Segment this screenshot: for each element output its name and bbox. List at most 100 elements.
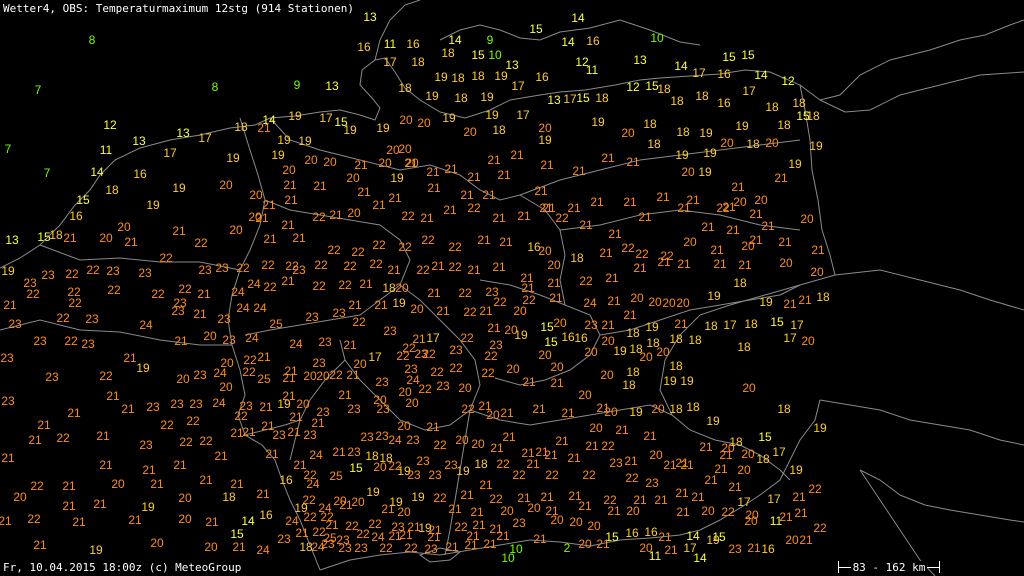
station-temperature: 23 (170, 397, 184, 411)
station-temperature: 20 (651, 402, 665, 416)
station-temperature: 22 (179, 435, 193, 449)
station-temperature: 20 (150, 536, 164, 550)
station-temperature: 21 (387, 263, 401, 277)
station-temperature: 22 (545, 468, 559, 482)
station-temperature: 20 (639, 350, 653, 364)
station-temperature: 8 (212, 80, 219, 94)
station-temperature: 13 (547, 93, 561, 107)
station-temperature: 19 (89, 543, 103, 557)
station-temperature: 22 (421, 233, 435, 247)
station-temperature: 21 (1, 451, 15, 465)
station-temperature: 11 (770, 514, 783, 528)
station-temperature: 23 (215, 261, 229, 275)
station-temperature: 14 (561, 35, 575, 49)
station-temperature: 20 (550, 360, 564, 374)
station-temperature: 23 (424, 542, 438, 556)
station-temperature: 21 (547, 276, 561, 290)
station-temperature: 18 (657, 82, 671, 96)
station-temperature: 19 (390, 171, 404, 185)
station-temperature: 22 (107, 283, 121, 297)
station-temperature: 23 (106, 264, 120, 278)
station-temperature: 24 (213, 366, 227, 380)
station-temperature: 21 (420, 211, 434, 225)
station-temperature: 19 (706, 414, 720, 428)
station-temperature: 23 (360, 430, 374, 444)
station-temperature: 21 (284, 193, 298, 207)
station-temperature: 21 (728, 480, 742, 494)
station-temperature: 23 (428, 468, 442, 482)
station-temperature: 17 (737, 495, 751, 509)
station-temperature: 23 (321, 537, 335, 551)
station-temperature: 20 (630, 291, 644, 305)
station-temperature: 19 (343, 123, 357, 137)
station-temperature: 21 (359, 277, 373, 291)
station-temperature: 21 (255, 211, 269, 225)
station-temperature: 21 (348, 298, 362, 312)
station-temperature: 20 (626, 504, 640, 518)
station-temperature: 23 (383, 324, 397, 338)
station-temperature: 20 (471, 437, 485, 451)
station-temperature: 22 (263, 280, 277, 294)
station-temperature: 20 (395, 281, 409, 295)
station-temperature: 18 (669, 332, 683, 346)
station-temperature: 21 (128, 513, 142, 527)
station-temperature: 20 (178, 512, 192, 526)
station-temperature: 21 (199, 473, 213, 487)
station-temperature: 23 (1, 394, 15, 408)
station-temperature: 22 (721, 505, 735, 519)
station-temperature: 21 (534, 184, 548, 198)
station-temperature: 18 (105, 183, 119, 197)
station-temperature: 21 (281, 218, 295, 232)
station-temperature: 23 (354, 541, 368, 555)
station-temperature: 21 (63, 231, 77, 245)
station-temperature: 21 (487, 321, 501, 335)
station-temperature: 15 (529, 22, 543, 36)
station-temperature: 23 (222, 333, 236, 347)
station-temperature: 21 (499, 235, 513, 249)
station-temperature: 15 (471, 48, 485, 62)
station-temperature: 20 (13, 490, 27, 504)
station-temperature: 20 (701, 504, 715, 518)
station-temperature: 16 (717, 96, 731, 110)
station-temperature: 21 (561, 406, 575, 420)
station-temperature: 19 (645, 320, 659, 334)
station-temperature: 21 (601, 151, 615, 165)
station-temperature: 14 (674, 59, 688, 73)
station-temperature: 21 (289, 410, 303, 424)
station-temperature: 24 (306, 477, 320, 491)
station-temperature: 19 (288, 109, 302, 123)
station-temperature: 11 (100, 143, 113, 157)
station-temperature: 15 (540, 320, 554, 334)
weather-map[interactable]: 87 8 9 1377131213111413 1718 14 19 17 151316 11 16… (0, 0, 1024, 576)
station-temperature: 22 (261, 258, 275, 272)
station-temperature: 21 (585, 439, 599, 453)
station-temperature: 19 (629, 405, 643, 419)
station-temperature: 23 (189, 397, 203, 411)
station-temperature: 21 (282, 389, 296, 403)
station-temperature: 20 (683, 235, 697, 249)
station-temperature: 21 (487, 153, 501, 167)
station-temperature: 22 (433, 438, 447, 452)
station-temperature: 20 (204, 540, 218, 554)
station-temperature: 20 (589, 421, 603, 435)
station-temperature: 22 (601, 439, 615, 453)
station-temperature: 21 (346, 368, 360, 382)
station-temperature: 21 (578, 499, 592, 513)
station-temperature: 18 (451, 71, 465, 85)
station-temperature: 20 (405, 156, 419, 170)
station-temperature: 19 (735, 119, 749, 133)
station-temperature: 13 (633, 53, 647, 67)
station-temperature: 17 (563, 92, 577, 106)
station-temperature: 22 (430, 365, 444, 379)
station-temperature: 18 (398, 81, 412, 95)
timestamp-copyright: Fr, 10.04.2015 18:00z (c) MeteoGroup (3, 561, 242, 574)
station-temperature: 8 (89, 33, 96, 47)
station-temperature: 18 (441, 46, 455, 60)
station-temperature: 22 (372, 238, 386, 252)
station-temperature: 17 (383, 55, 397, 69)
station-temperature: 19 (172, 181, 186, 195)
station-temperature: 19 (366, 485, 380, 499)
station-temperature: 20 (417, 116, 431, 130)
station-temperature: 18 (816, 290, 830, 304)
station-temperature: 21 (62, 499, 76, 513)
